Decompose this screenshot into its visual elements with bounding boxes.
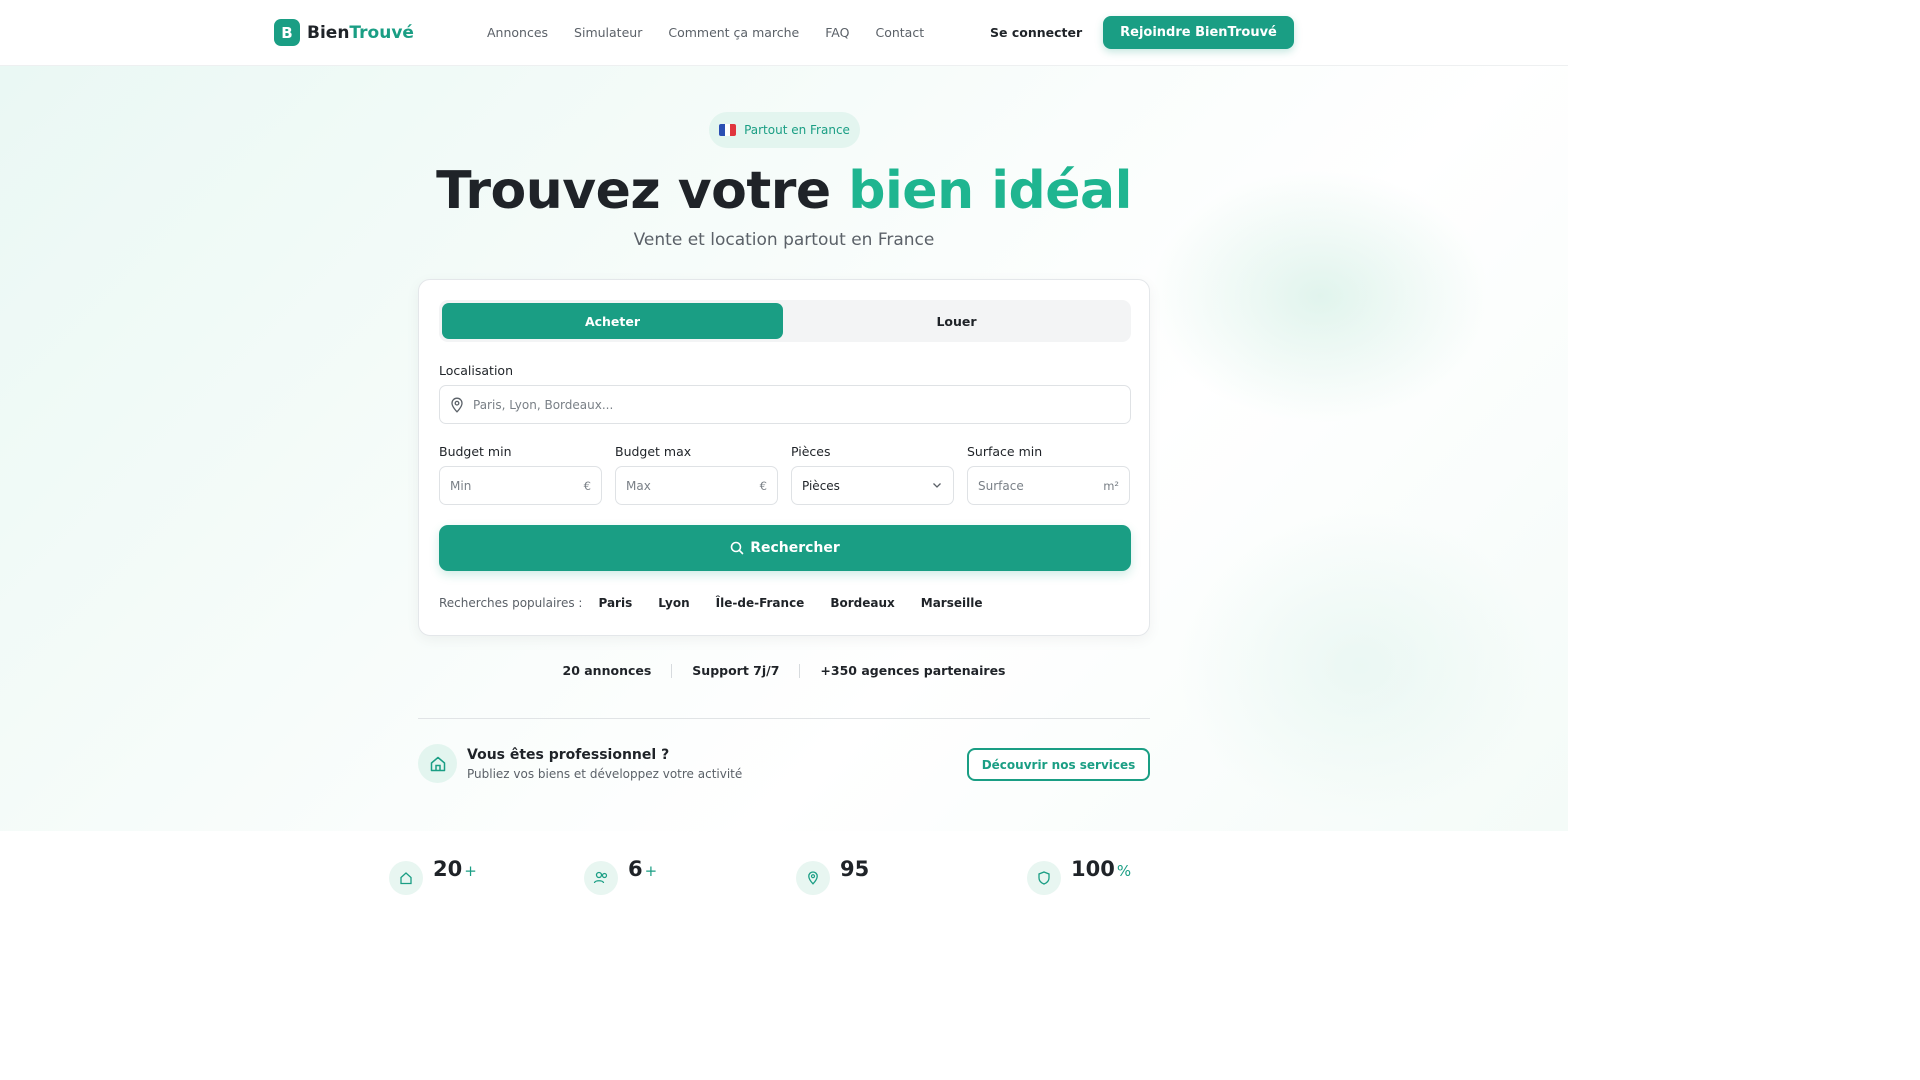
nav-link-contact[interactable]: Contact — [875, 25, 924, 40]
stat-value: 100% — [1071, 857, 1131, 883]
title-part1: Trouvez votre — [436, 161, 849, 221]
top-nav: B BienTrouvé Annonces Simulateur Comment… — [0, 0, 1568, 66]
popular-search-paris[interactable]: Paris — [598, 596, 632, 610]
budget-min-unit: € — [583, 479, 591, 493]
tab-acheter[interactable]: Acheter — [442, 303, 783, 339]
search-card: Acheter Louer Localisation Paris, Lyon, … — [418, 279, 1150, 636]
page-subtitle: Vente et location partout en France — [633, 230, 935, 250]
location-input[interactable]: Paris, Lyon, Bordeaux... — [439, 385, 1131, 424]
join-button[interactable]: Rejoindre BienTrouvé — [1103, 16, 1294, 49]
stat-number: 6 — [628, 857, 643, 881]
badge-text: Partout en France — [744, 123, 850, 137]
location-badge: Partout en France — [709, 112, 860, 148]
pro-subtitle: Publiez vos biens et développez votre ac… — [467, 767, 743, 781]
home-icon — [389, 861, 423, 895]
nav-link-comment-ca-marche[interactable]: Comment ça marche — [668, 25, 799, 40]
stat-number: 95 — [840, 857, 870, 881]
title-highlight: bien idéal — [848, 161, 1132, 221]
discover-services-button[interactable]: Découvrir nos services — [967, 748, 1150, 781]
budget-min-label: Budget min — [439, 444, 512, 459]
tab-louer[interactable]: Louer — [785, 303, 1128, 339]
location-placeholder: Paris, Lyon, Bordeaux... — [473, 397, 614, 412]
nav-link-simulateur[interactable]: Simulateur — [574, 25, 642, 40]
rooms-selected-value: Pièces — [802, 478, 840, 493]
brand-logo[interactable]: B BienTrouvé — [274, 19, 414, 46]
logo-mark: B — [274, 19, 300, 46]
users-icon — [584, 861, 618, 895]
stat-users: 6 + — [584, 857, 657, 895]
search-icon — [730, 541, 744, 555]
map-pin-icon — [796, 861, 830, 895]
stat-suffix: + — [644, 862, 658, 880]
home-icon — [418, 744, 457, 783]
search-button[interactable]: Rechercher — [439, 525, 1131, 571]
popular-search-lyon[interactable]: Lyon — [658, 596, 689, 610]
login-link[interactable]: Se connecter — [990, 25, 1082, 40]
chevron-down-icon — [933, 483, 941, 488]
stat-number: 20 — [433, 857, 463, 881]
budget-min-input[interactable]: Min € — [439, 466, 602, 505]
location-label: Localisation — [439, 363, 513, 378]
popular-searches-label: Recherches populaires : — [439, 596, 583, 610]
budget-max-label: Budget max — [615, 444, 692, 459]
stat-suffix: % — [1116, 862, 1132, 880]
trust-separator — [799, 663, 801, 678]
trust-indicators: 20 annonces Support 7j/7 +350 agences pa… — [0, 663, 1568, 678]
stat-value: 6 + — [628, 857, 657, 883]
budget-max-input[interactable]: Max € — [615, 466, 778, 505]
surface-placeholder: Surface — [978, 478, 1024, 493]
budget-min-placeholder: Min — [450, 478, 472, 493]
trust-separator — [671, 663, 673, 678]
trust-partners: +350 agences partenaires — [820, 663, 1006, 678]
stat-security: 100% — [1027, 857, 1131, 895]
nav-links: Annonces Simulateur Comment ça marche FA… — [487, 25, 950, 40]
stats-section: 20 + 6 + 95 100% — [0, 831, 1568, 895]
hero-section: Partout en France Trouvez votre bien idé… — [0, 66, 1568, 831]
france-flag-icon — [719, 124, 737, 136]
surface-unit: m² — [1103, 479, 1119, 493]
trust-listings-count: 20 annonces — [562, 663, 652, 678]
trust-support: Support 7j/7 — [692, 663, 780, 678]
rooms-label: Pièces — [791, 444, 831, 459]
nav-link-faq[interactable]: FAQ — [825, 25, 849, 40]
stat-suffix: + — [464, 862, 477, 880]
popular-search-ile-de-france[interactable]: Île-de-France — [716, 596, 805, 610]
stat-value: 95 — [840, 857, 871, 883]
brand-name-part1: Bien — [307, 22, 350, 43]
stat-coverage: 95 — [796, 857, 871, 895]
brand-name: BienTrouvé — [307, 23, 414, 43]
map-pin-icon — [451, 397, 463, 413]
shield-icon — [1027, 861, 1061, 895]
surface-label: Surface min — [967, 444, 1043, 459]
stat-listings: 20 + — [389, 857, 477, 895]
surface-input[interactable]: Surface m² — [967, 466, 1130, 505]
section-divider — [418, 718, 1150, 719]
stat-number: 100 — [1071, 857, 1115, 881]
transaction-tabs: Acheter Louer — [439, 300, 1131, 342]
pro-title: Vous êtes professionnel ? — [467, 747, 670, 763]
budget-max-unit: € — [759, 479, 767, 493]
stat-value: 20 + — [433, 857, 477, 883]
popular-search-marseille[interactable]: Marseille — [921, 596, 983, 610]
nav-link-annonces[interactable]: Annonces — [487, 25, 548, 40]
budget-max-placeholder: Max — [626, 478, 651, 493]
popular-search-bordeaux[interactable]: Bordeaux — [830, 596, 894, 610]
brand-name-part2: Trouvé — [349, 22, 414, 43]
rooms-select[interactable]: Pièces — [791, 466, 954, 505]
popular-searches: Recherches populaires : Paris Lyon Île-d… — [439, 596, 1008, 610]
search-button-label: Rechercher — [750, 540, 840, 556]
page-title: Trouvez votre bien idéal — [0, 161, 1568, 221]
